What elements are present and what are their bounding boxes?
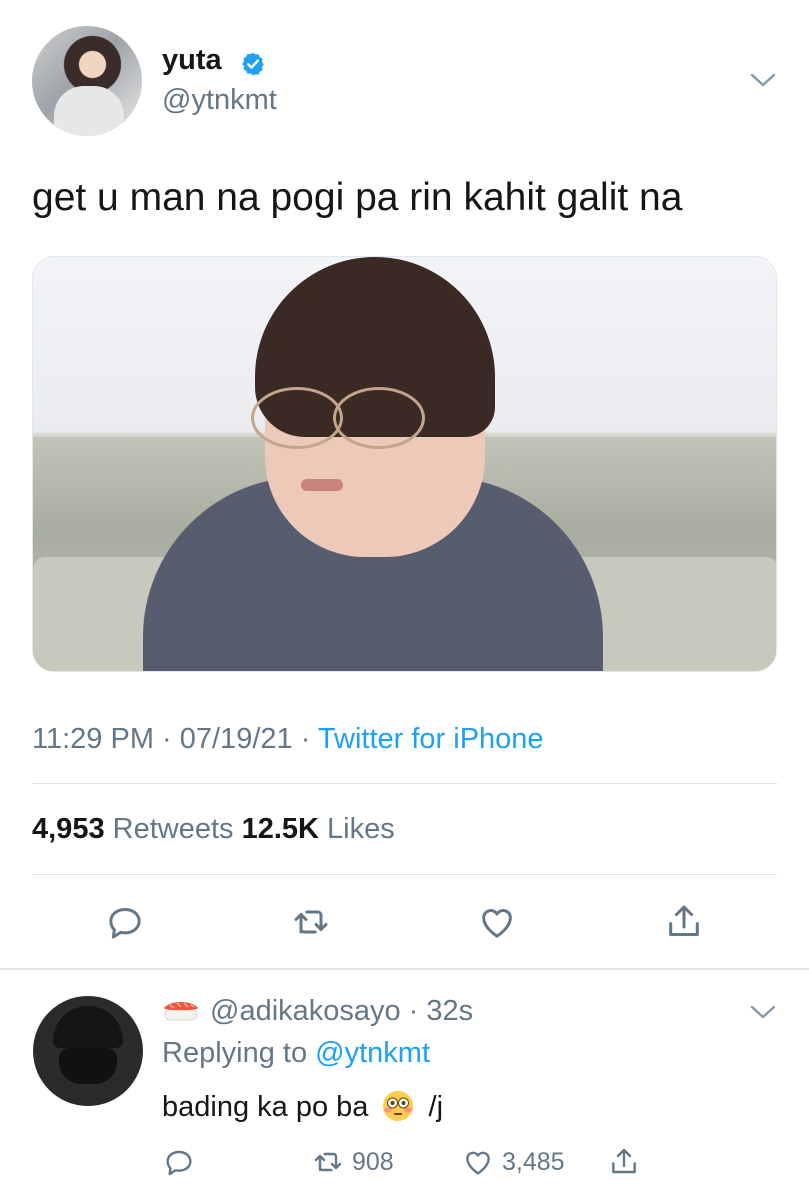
tweet-photo[interactable] bbox=[32, 256, 777, 672]
reply-like-button[interactable]: 3,485 bbox=[462, 1145, 565, 1179]
reply-header: @adikakosayo · 32s bbox=[162, 995, 473, 1028]
reply-share-button[interactable] bbox=[608, 1145, 640, 1179]
sushi-emoji-icon bbox=[164, 1002, 198, 1021]
retweets-count: 4,953 bbox=[32, 813, 105, 845]
retweet-icon[interactable] bbox=[291, 902, 331, 942]
likes-stat[interactable]: 12.5K Likes bbox=[242, 813, 395, 845]
reply-retweet-count: 908 bbox=[352, 1147, 394, 1176]
likes-label: Likes bbox=[327, 813, 395, 845]
reply-text-tag: /j bbox=[428, 1091, 444, 1123]
reply-text-main: bading ka po ba bbox=[162, 1091, 369, 1123]
share-icon bbox=[612, 1148, 636, 1174]
tweet-text: get u man na pogi pa rin kahit galit na bbox=[32, 176, 683, 219]
tweet-timestamp: 11:29 PM · 07/19/21 · bbox=[32, 723, 311, 755]
author-name[interactable]: yuta bbox=[162, 44, 222, 77]
verified-badge-icon bbox=[242, 52, 264, 76]
reply-author-avatar[interactable] bbox=[33, 996, 143, 1106]
replying-to-line: Replying to @ytnkmt bbox=[162, 1037, 430, 1070]
share-icon[interactable] bbox=[664, 902, 704, 942]
reply-avatar-hair bbox=[53, 1006, 123, 1048]
author-handle[interactable]: @ytnkmt bbox=[162, 84, 277, 117]
reply-avatar-mask bbox=[59, 1048, 117, 1084]
reply-reply-button[interactable] bbox=[163, 1145, 195, 1179]
reply-text: bading ka po ba /j bbox=[162, 1090, 443, 1124]
reply-icon bbox=[166, 1150, 192, 1176]
chevron-down-icon[interactable] bbox=[748, 1002, 778, 1022]
divider bbox=[0, 968, 809, 970]
replying-to-handle[interactable]: @ytnkmt bbox=[315, 1037, 430, 1069]
likes-count: 12.5K bbox=[241, 813, 319, 845]
retweet-icon bbox=[314, 1152, 342, 1172]
retweets-stat[interactable]: 4,953 Retweets bbox=[32, 813, 234, 845]
retweets-label: Retweets bbox=[112, 813, 234, 845]
divider bbox=[32, 874, 777, 875]
tweet-meta: 11:29 PM · 07/19/21 · Twitter for iPhone bbox=[32, 723, 544, 756]
like-icon[interactable] bbox=[477, 902, 517, 942]
chevron-down-icon[interactable] bbox=[748, 70, 778, 90]
photo-lips bbox=[301, 479, 343, 491]
like-icon bbox=[466, 1151, 490, 1175]
reply-retweet-button[interactable]: 908 bbox=[312, 1145, 394, 1179]
reply-icon[interactable] bbox=[105, 902, 145, 942]
replying-label: Replying to bbox=[162, 1037, 308, 1069]
reply-like-count: 3,485 bbox=[502, 1147, 565, 1176]
photo-glasses-right bbox=[333, 387, 425, 449]
photo-glasses-left bbox=[251, 387, 343, 449]
tweet-stats: 4,953 Retweets 12.5K Likes bbox=[32, 813, 395, 846]
reply-handle-time[interactable]: @adikakosayo · 32s bbox=[210, 995, 473, 1027]
author-avatar[interactable] bbox=[32, 26, 142, 136]
divider bbox=[32, 783, 777, 784]
tweet-source-link[interactable]: Twitter for iPhone bbox=[318, 723, 544, 755]
flushed-face-emoji-icon bbox=[383, 1091, 414, 1121]
